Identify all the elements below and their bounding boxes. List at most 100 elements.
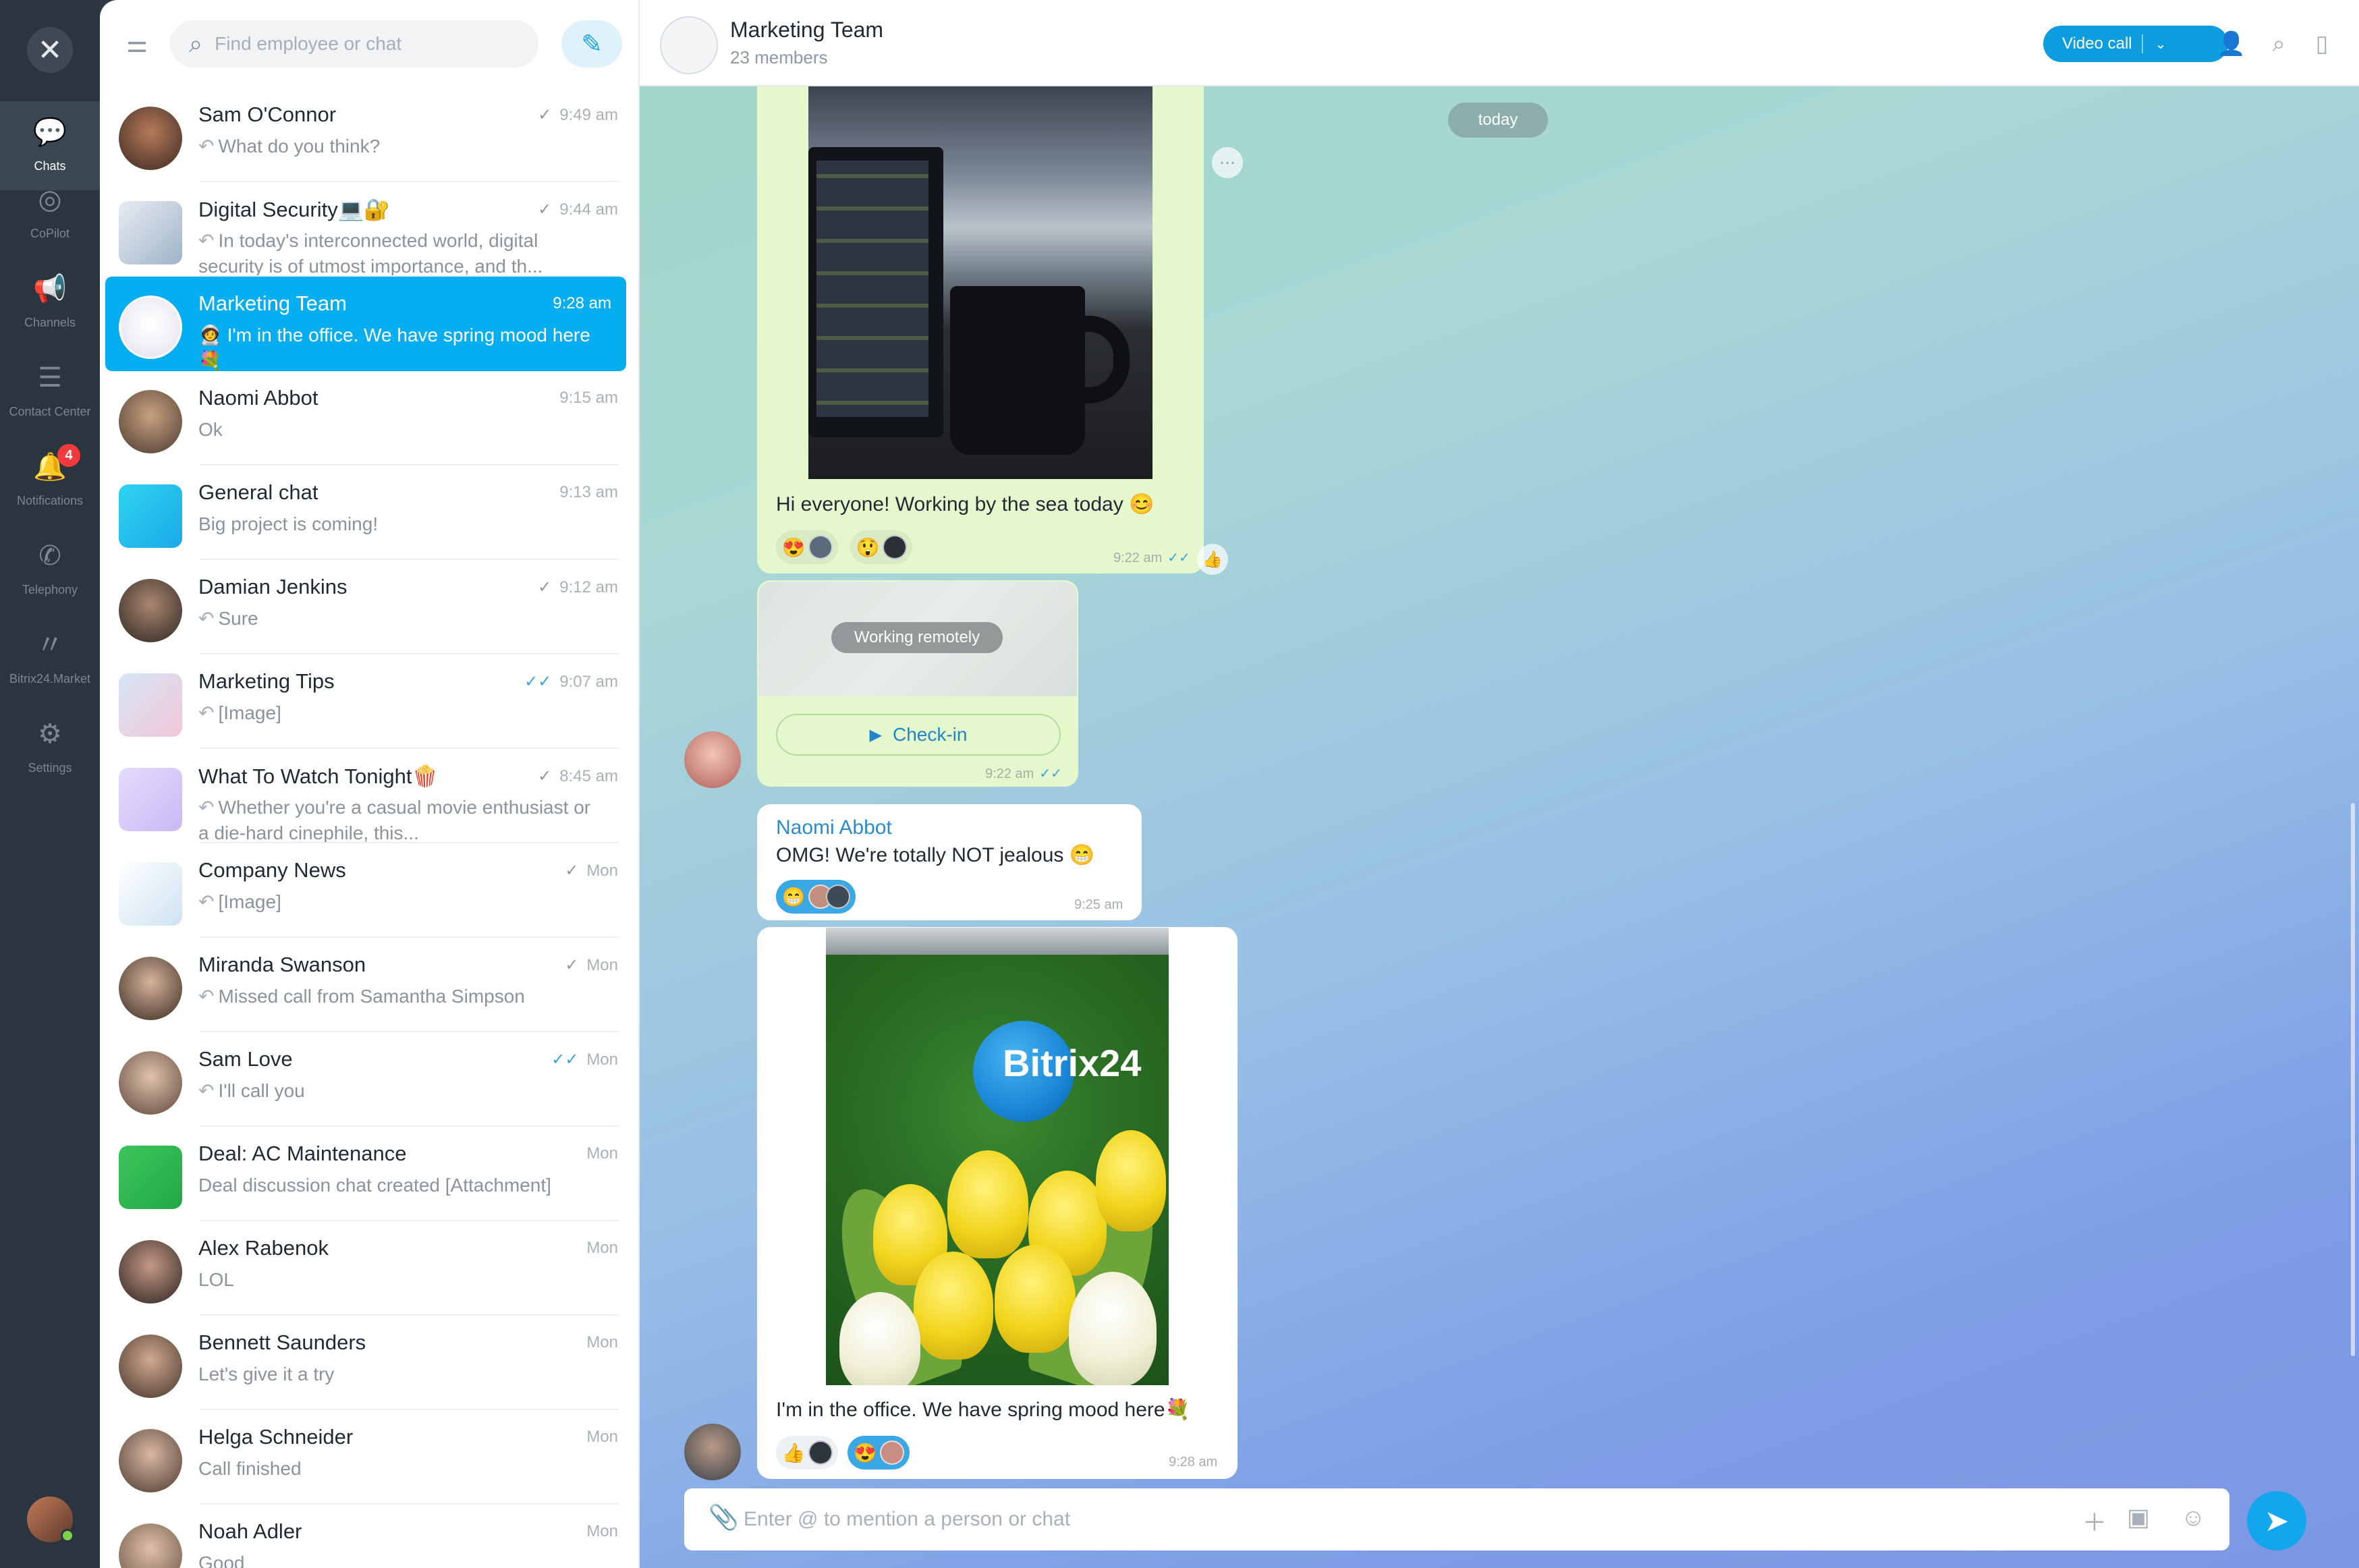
- nav-item-notifications[interactable]: 🔔 4 Notifications: [0, 436, 100, 525]
- chat-row[interactable]: General chat 9:13 am Big project is comi…: [100, 466, 638, 560]
- nav-label: CoPilot: [30, 226, 70, 240]
- heart-eyes-emoji-icon: 😍: [781, 536, 806, 558]
- nav-item-copilot[interactable]: ◎ CoPilot: [0, 169, 100, 258]
- reply-icon: ↶: [198, 797, 215, 818]
- chevron-down-icon[interactable]: ⌄: [2155, 36, 2167, 53]
- time-text: 9:12 am: [559, 578, 618, 596]
- photo-tulip-white: [1069, 1272, 1157, 1385]
- chat-preview: Good: [198, 1550, 603, 1568]
- new-chat-button[interactable]: ✎: [561, 20, 622, 67]
- plus-icon[interactable]: ＋: [2082, 1503, 2107, 1538]
- time-text: 9:22 am: [985, 766, 1034, 781]
- chat-row[interactable]: Digital Security💻🔐 ✓ 9:44 am ↶ In today's …: [100, 182, 638, 277]
- check-in-button[interactable]: ▶ Check-in: [776, 714, 1061, 756]
- sidebar-toggle-icon[interactable]: ▯: [2306, 28, 2337, 59]
- preview-text: Let's give it a try: [198, 1364, 335, 1384]
- time-text: Mon: [586, 1239, 618, 1257]
- chat-time: 9:15 am: [559, 389, 618, 408]
- like-icon[interactable]: 👍: [1197, 544, 1228, 575]
- chat-row[interactable]: Noah Adler Mon Good: [100, 1505, 638, 1568]
- chat-row-active[interactable]: Marketing Team 9:28 am 🧑‍🚀 I'm in the of…: [105, 277, 626, 371]
- chat-row[interactable]: Alex Rabenok Mon LOL: [100, 1221, 638, 1316]
- photo-tulip-white: [839, 1292, 920, 1385]
- reactor-avatar: [808, 1440, 833, 1465]
- chat-row[interactable]: Sam O'Connor ✓ 9:49 am ↶ What do you think…: [100, 88, 638, 182]
- preview-text: Big project is coming!: [198, 513, 379, 534]
- reaction-heart-eyes[interactable]: 😍: [848, 1436, 910, 1469]
- time-text: 9:44 am: [559, 200, 618, 219]
- chat-name: What To Watch Tonight🍿: [198, 764, 439, 788]
- message-input[interactable]: [744, 1503, 2026, 1536]
- chat-name: Helga Schneider: [198, 1425, 354, 1449]
- chat-row[interactable]: Damian Jenkins ✓ 9:12 am ↶ Sure: [100, 560, 638, 654]
- more-options-icon[interactable]: ⋯: [1212, 147, 1243, 178]
- check-icon: ✓: [538, 106, 552, 124]
- search-icon[interactable]: ⌕: [2263, 28, 2294, 59]
- chat-row[interactable]: Helga Schneider Mon Call finished: [100, 1410, 638, 1505]
- sea-photo[interactable]: [808, 86, 1153, 479]
- add-user-icon[interactable]: 👤: [2216, 28, 2247, 59]
- chat-time: Mon: [586, 1522, 618, 1541]
- preview-text: LOL: [198, 1269, 234, 1290]
- astonished-emoji-icon: 😲: [856, 536, 880, 558]
- chat-preview: ↶ Missed call from Samantha Simpson: [198, 984, 603, 1009]
- chat-name: Alex Rabenok: [198, 1236, 329, 1260]
- current-user-avatar[interactable]: [27, 1496, 74, 1542]
- close-icon[interactable]: ✕: [27, 27, 73, 73]
- tulips-photo[interactable]: Bitrix24: [826, 928, 1169, 1385]
- smiley-icon[interactable]: ☺: [2181, 1503, 2206, 1532]
- chat-row[interactable]: What To Watch Tonight🍿 ✓ 8:45 am ↶ Whether…: [100, 749, 638, 843]
- filter-sliders-icon[interactable]: ⚌: [120, 30, 154, 57]
- chat-time: Mon: [586, 1428, 618, 1447]
- chat-title[interactable]: Marketing Team: [730, 18, 883, 43]
- send-button[interactable]: ➤: [2247, 1491, 2306, 1550]
- chat-time: Mon: [586, 1239, 618, 1258]
- chat-row[interactable]: Deal: AC Maintenance Mon Deal discussion…: [100, 1127, 638, 1221]
- search-box[interactable]: ⌕: [170, 20, 538, 67]
- send-arrow-icon: ➤: [2264, 1504, 2289, 1538]
- chat-name: Deal: AC Maintenance: [198, 1142, 407, 1165]
- paperclip-icon[interactable]: 📎: [709, 1503, 739, 1532]
- avatar: [119, 1240, 182, 1304]
- reactor-avatar: [826, 885, 850, 909]
- feed-scrollbar[interactable]: [2351, 803, 2355, 1356]
- chat-time: Mon: [586, 1333, 618, 1352]
- chat-row[interactable]: Miranda Swanson ✓ Mon ↶ Missed call from S…: [100, 938, 638, 1032]
- message-time: 9:22 am ✓✓: [1113, 549, 1190, 566]
- sender-avatar[interactable]: [684, 731, 741, 788]
- reaction-heart-eyes[interactable]: 😍: [776, 530, 838, 564]
- reaction-grin[interactable]: 😁: [776, 880, 856, 914]
- nav-label: Contact Center: [9, 404, 91, 418]
- preview-text: Good: [198, 1552, 245, 1568]
- sender-avatar[interactable]: [684, 1424, 741, 1480]
- chat-preview: Let's give it a try: [198, 1362, 603, 1387]
- chat-row[interactable]: Naomi Abbot 9:15 am Ok: [100, 371, 638, 466]
- nav-item-channels[interactable]: 📢 Channels: [0, 258, 100, 347]
- sticker-box-icon[interactable]: ▣: [2127, 1503, 2150, 1532]
- member-count[interactable]: 23 members: [730, 47, 828, 68]
- chat-row[interactable]: Sam Love ✓✓ Mon ↶ I'll call you: [100, 1032, 638, 1127]
- chat-preview: ↶ Sure: [198, 606, 603, 632]
- avatar: [119, 1146, 182, 1209]
- grin-emoji-icon: 😁: [781, 886, 806, 907]
- chat-name: Marketing Tips: [198, 669, 335, 693]
- video-call-button[interactable]: Video call ⌄: [2043, 26, 2228, 62]
- reaction-astonished[interactable]: 😲: [850, 530, 912, 564]
- nav-label: Settings: [28, 760, 72, 775]
- nav-item-contact-center[interactable]: ☰ Contact Center: [0, 347, 100, 436]
- location-map[interactable]: Working remotely: [758, 582, 1077, 696]
- nav-item-telephony[interactable]: ✆ Telephony: [0, 525, 100, 614]
- double-check-icon: ✓✓: [524, 673, 552, 691]
- nav-item-settings[interactable]: ⚙ Settings: [0, 703, 100, 792]
- chat-row[interactable]: Bennett Saunders Mon Let's give it a try: [100, 1316, 638, 1410]
- message-author[interactable]: Naomi Abbot: [776, 816, 892, 839]
- reactor-avatar: [808, 535, 833, 559]
- photo-tulip: [995, 1245, 1076, 1353]
- reaction-like[interactable]: 👍: [776, 1436, 838, 1469]
- chat-time: 9:13 am: [559, 483, 618, 502]
- nav-item-market[interactable]: 〃 Bitrix24.Market: [0, 614, 100, 703]
- search-input[interactable]: [215, 33, 499, 55]
- chat-row[interactable]: Company News ✓ Mon ↶ [Image]: [100, 843, 638, 938]
- chat-row[interactable]: Marketing Tips ✓✓ 9:07 am ↶ [Image]: [100, 654, 638, 749]
- group-avatar[interactable]: [660, 16, 718, 74]
